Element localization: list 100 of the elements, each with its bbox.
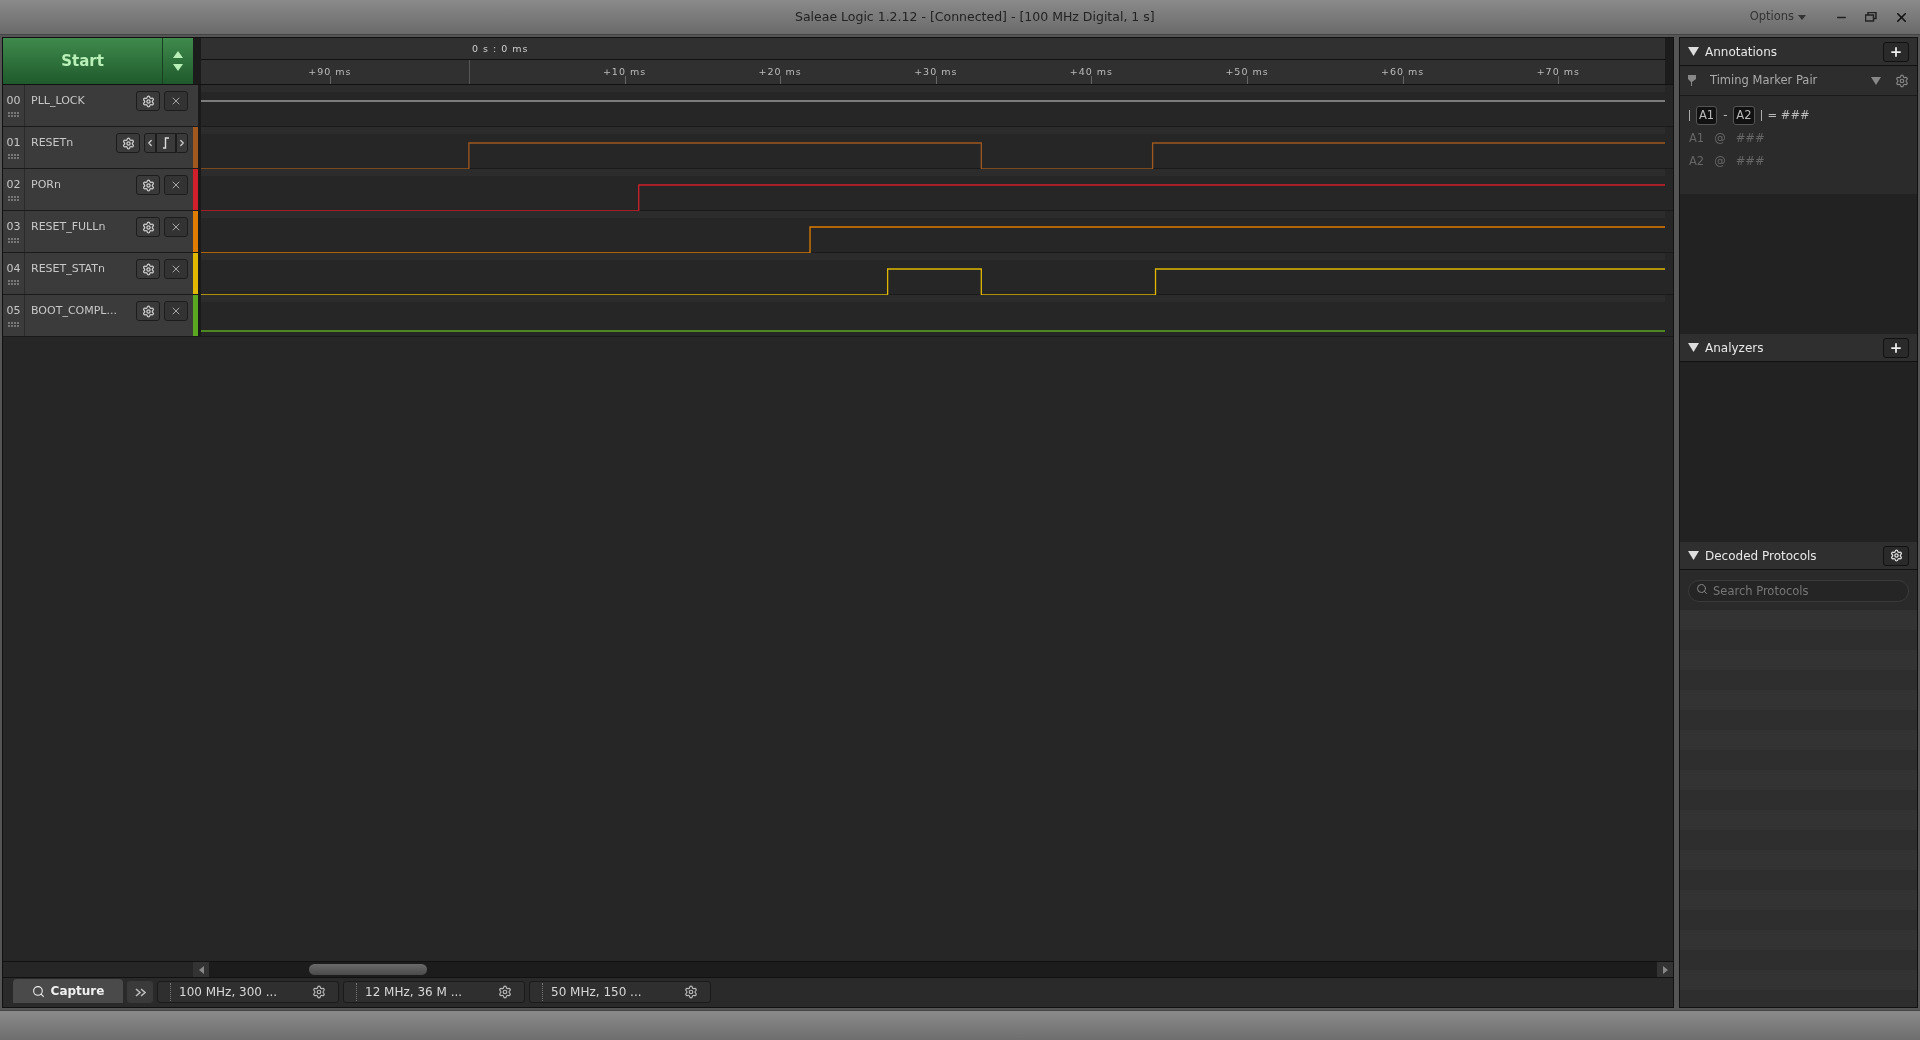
close-button[interactable] (164, 175, 188, 195)
close-icon (170, 95, 182, 107)
channel-name: RESET_FULLn (31, 221, 107, 232)
channel-number: 04 (6, 263, 21, 274)
edge-type-button[interactable] (156, 133, 176, 153)
time-tick-label: +20 ms (758, 65, 802, 79)
tick-mark (1402, 76, 1404, 84)
tick-mark (1091, 76, 1093, 84)
collapse-triangle-icon[interactable] (1688, 343, 1699, 352)
session-tab[interactable]: 12 MHz, 36 M ... (343, 981, 525, 1003)
horizontal-scrollbar[interactable] (193, 962, 1673, 977)
channel-name: BOOT_COMPL... (31, 305, 118, 316)
settings-icon (141, 304, 155, 318)
marker-type-dropdown[interactable]: Timing Marker Pair (1710, 71, 1881, 90)
formula-text: = ### (1767, 107, 1810, 124)
drag-handle-icon (8, 196, 19, 201)
settings-icon (141, 262, 155, 276)
next-edge-button[interactable] (176, 133, 188, 153)
channel-number: 01 (6, 137, 21, 148)
channel-number: 02 (6, 179, 21, 190)
settings-icon (498, 985, 512, 999)
start-button[interactable]: Start (3, 38, 163, 84)
caret-icon (1798, 14, 1806, 20)
tick-mark (935, 76, 937, 84)
marker-chip: A2 (1733, 106, 1755, 126)
channel-name: RESETn (31, 137, 75, 148)
close-icon (170, 263, 182, 275)
scrollbar-thumb[interactable] (309, 964, 427, 975)
marker-at: @ (1714, 152, 1726, 170)
search-field[interactable]: Search Protocols (1688, 580, 1909, 602)
add-button[interactable] (1883, 41, 1909, 62)
marker-chip: A1 (1696, 106, 1718, 126)
channel-number: 05 (6, 305, 21, 316)
drag-handle-icon (8, 322, 19, 327)
marker-name: A2 (1689, 152, 1705, 170)
close-button[interactable] (164, 91, 188, 111)
expand-tabs-button[interactable] (127, 981, 153, 1003)
session-tab[interactable]: 50 MHz, 150 ... (529, 981, 711, 1003)
window-title: Saleae Logic 1.2.12 - [Connected] - [100 MHz Digital, 1 s] (793, 7, 1155, 26)
restore-icon (1865, 12, 1877, 22)
settings-icon (141, 178, 155, 192)
marker-value: ### (1735, 152, 1765, 170)
marker-value: ### (1735, 130, 1765, 148)
drag-handle-icon (8, 112, 19, 117)
formula-text: - (1723, 107, 1728, 124)
speed-spinner[interactable] (163, 38, 193, 84)
channel-number: 03 (6, 221, 21, 232)
plus-icon (1889, 340, 1903, 355)
scroll-left-button[interactable] (193, 962, 209, 977)
settings-button[interactable] (136, 91, 160, 111)
left-arrow-icon (198, 965, 204, 974)
settings-icon (312, 985, 326, 999)
time-tick-label: +10 ms (602, 65, 647, 79)
tick-mark (329, 76, 331, 84)
up-arrow-icon (173, 51, 183, 58)
channel-name: PORn (31, 179, 62, 190)
close-icon (170, 221, 182, 233)
collapse-triangle-icon[interactable] (1688, 551, 1699, 560)
rising-edge-icon (161, 137, 171, 149)
double-chevron-icon (134, 987, 146, 997)
plus-icon (1889, 44, 1903, 59)
time-origin-label: 0 s : 0 ms (470, 42, 529, 56)
time-tick-label: +90 ms (308, 65, 352, 79)
marker-at: @ (1714, 130, 1726, 148)
panel-title: Annotations (1705, 43, 1779, 61)
close-button[interactable] (164, 259, 188, 279)
settings-button[interactable] (136, 175, 160, 195)
marker-name: A1 (1689, 130, 1705, 148)
tick-mark (1247, 76, 1248, 84)
close-button[interactable] (164, 301, 188, 321)
add-button[interactable] (1883, 337, 1909, 358)
close-icon (170, 179, 182, 191)
collapse-triangle-icon[interactable] (1688, 47, 1699, 56)
search-icon (31, 984, 45, 998)
close-button[interactable] (164, 217, 188, 237)
time-tick-label: +60 ms (1381, 65, 1425, 79)
settings-icon (121, 136, 135, 150)
tick-mark (780, 76, 782, 84)
drag-handle-icon (8, 238, 19, 243)
session-tab[interactable]: 100 MHz, 300 ... (157, 981, 339, 1003)
panel-title: Decoded Protocols (1705, 547, 1818, 565)
panel-title: Analyzers (1705, 339, 1765, 357)
down-arrow-icon (173, 64, 183, 71)
settings-icon (684, 985, 698, 999)
settings-button[interactable] (116, 133, 140, 153)
drag-handle-icon (8, 280, 19, 285)
settings-icon (141, 220, 155, 234)
tick-mark (1558, 76, 1560, 84)
channel-number: 00 (6, 95, 21, 106)
capture-tab[interactable]: Capture (13, 979, 123, 1003)
settings-button[interactable] (136, 301, 160, 321)
channel-name: PLL_LOCK (31, 95, 86, 106)
settings-button[interactable] (136, 259, 160, 279)
scroll-right-button[interactable] (1657, 962, 1673, 977)
settings-button[interactable] (1883, 545, 1909, 566)
time-tick-label: +50 ms (1225, 65, 1269, 79)
search-icon (1696, 583, 1708, 595)
settings-button[interactable] (136, 217, 160, 237)
previous-edge-button[interactable] (144, 133, 156, 153)
settings-icon[interactable] (1895, 73, 1909, 88)
